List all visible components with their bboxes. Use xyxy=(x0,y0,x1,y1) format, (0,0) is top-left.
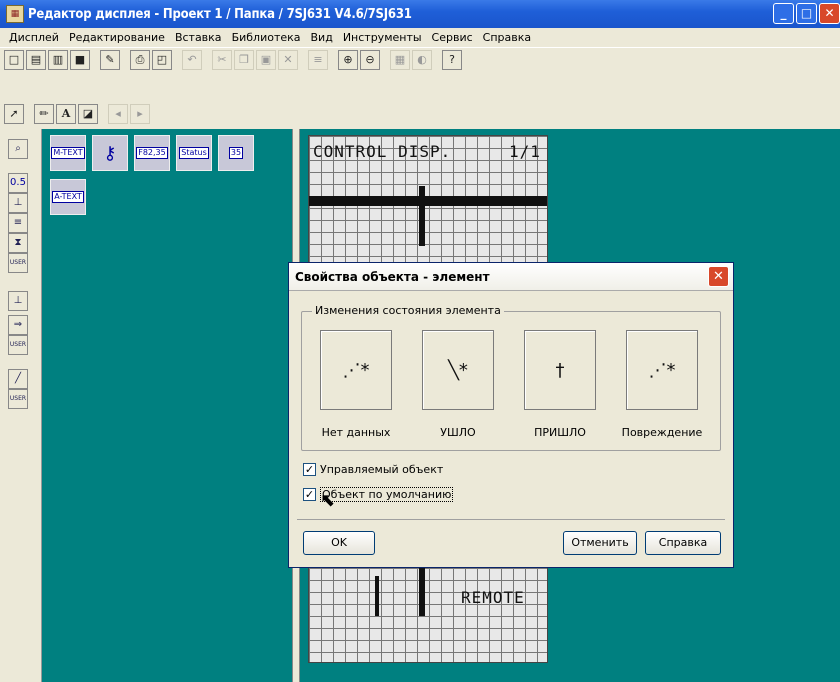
switch-dotted-icon: ⋰* xyxy=(342,359,370,381)
menu-help[interactable]: Справка xyxy=(478,31,536,44)
lcd-header: CONTROL DISP. xyxy=(313,142,452,161)
mouse-cursor-icon: ⬉ xyxy=(320,490,336,511)
arrow-right-icon[interactable]: ⇒ xyxy=(8,315,28,335)
ok-button[interactable]: OK xyxy=(303,531,375,555)
eraser-icon[interactable]: ◪ xyxy=(78,104,98,124)
group-label: Изменения состояния элемента xyxy=(312,304,504,317)
save-icon[interactable]: ■ xyxy=(70,50,90,70)
properties-dialog: Свойства объекта - элемент ✕ Изменения с… xyxy=(288,262,734,568)
open-folder-icon[interactable]: ▥ xyxy=(48,50,68,70)
prev-icon[interactable]: ◂ xyxy=(108,104,128,124)
menu-view[interactable]: Вид xyxy=(306,31,338,44)
main-toolbar: □ ▤ ▥ ■ ✎ ⎙ ◰ ↶ ✂ ❐ ▣ ✕ ≡ ⊕ ⊖ ▦ ◐ ? xyxy=(0,47,840,72)
drawing-toolbar: ➚ ✏ A ◪ ◂ ▸ xyxy=(0,99,840,129)
next-icon[interactable]: ▸ xyxy=(130,104,150,124)
state-gone-button[interactable]: ╲* xyxy=(422,330,494,410)
title-bar: ▦ Редактор дисплея - Проект 1 / Папка / … xyxy=(0,0,840,28)
palette-35[interactable]: 35 xyxy=(218,135,254,171)
default-object-checkbox[interactable]: ✓ xyxy=(303,488,316,501)
switch-open-icon: ╲* xyxy=(448,359,468,381)
palette-atext[interactable]: A-TEXT xyxy=(50,179,86,215)
dialog-close-button[interactable]: ✕ xyxy=(708,266,729,287)
palette-mtext[interactable]: M-TEXT xyxy=(50,135,86,171)
grid-icon[interactable]: ▦ xyxy=(390,50,410,70)
dialog-title: Свойства объекта - элемент xyxy=(289,263,733,291)
window-controls: _ □ ✕ xyxy=(773,3,840,24)
menu-tools[interactable]: Инструменты xyxy=(338,31,427,44)
paste-icon[interactable]: ▣ xyxy=(256,50,276,70)
pointer-icon[interactable]: ➚ xyxy=(4,104,24,124)
lcd-page: 1/1 xyxy=(509,142,541,161)
magnifier-icon[interactable]: ⌕ xyxy=(8,139,28,159)
menu-library[interactable]: Библиотека xyxy=(227,31,306,44)
context-help-icon[interactable]: ? xyxy=(442,50,462,70)
palette-f8235[interactable]: F82,35 xyxy=(134,135,170,171)
open-icon[interactable]: ▤ xyxy=(26,50,46,70)
state-label-gone: УШЛО xyxy=(440,426,476,439)
state-fault-button[interactable]: ⋰* xyxy=(626,330,698,410)
hourglass-icon[interactable]: ⧗ xyxy=(8,233,28,253)
state-came-button[interactable]: † xyxy=(524,330,596,410)
menu-bar: Дисплей Редактирование Вставка Библиотек… xyxy=(0,28,840,47)
zoom-in-icon[interactable]: ⊕ xyxy=(338,50,358,70)
undo-icon[interactable]: ↶ xyxy=(182,50,202,70)
state-label-no-data: Нет данных xyxy=(321,426,391,439)
user3-icon[interactable]: USER xyxy=(8,389,28,409)
display-editor-icon: ▦ xyxy=(6,5,24,23)
lcd-remote: REMOTE xyxy=(461,588,525,607)
switch-icon[interactable]: ⊥ xyxy=(8,193,28,213)
line-icon[interactable]: ╱ xyxy=(8,369,28,389)
print-preview-icon[interactable]: ◰ xyxy=(152,50,172,70)
zoom-out-icon[interactable]: ⊖ xyxy=(360,50,380,70)
controlled-object-checkbox[interactable]: ✓ xyxy=(303,463,316,476)
state-groupbox: Изменения состояния элемента ⋰* ╲* † ⋰* … xyxy=(301,304,721,451)
bus-icon[interactable]: ≡ xyxy=(8,213,28,233)
palette-key[interactable]: ⚷ xyxy=(92,135,128,171)
feeder-line-bottom xyxy=(419,566,425,616)
minimize-button[interactable]: _ xyxy=(773,3,794,24)
element-toolbar: ⌕ 0.5 ⊥ ≡ ⧗ USER ⊥ ⇒ USER ╱ USER xyxy=(0,129,42,682)
pencil-icon[interactable]: ✏ xyxy=(34,104,54,124)
menu-insert[interactable]: Вставка xyxy=(170,31,227,44)
state-no-data-button[interactable]: ⋰* xyxy=(320,330,392,410)
maximize-button[interactable]: □ xyxy=(796,3,817,24)
user2-icon[interactable]: USER xyxy=(8,335,28,355)
help-button[interactable]: Справка xyxy=(645,531,721,555)
menu-service[interactable]: Сервис xyxy=(427,31,478,44)
switch-closed-icon: † xyxy=(555,359,565,381)
print-icon[interactable]: ⎙ xyxy=(130,50,150,70)
properties-icon[interactable]: ≡ xyxy=(308,50,328,70)
state-label-came: ПРИШЛО xyxy=(534,426,586,439)
breaker-icon[interactable]: ⊥ xyxy=(8,291,28,311)
menu-edit[interactable]: Редактирование xyxy=(64,31,170,44)
controlled-object-row[interactable]: ✓ Управляемый объект xyxy=(303,463,443,476)
new-icon[interactable]: □ xyxy=(4,50,24,70)
copy-icon[interactable]: ❐ xyxy=(234,50,254,70)
spellcheck-icon[interactable]: ✎ xyxy=(100,50,120,70)
switch-fault-icon: ⋰* xyxy=(648,359,676,381)
text-icon[interactable]: A xyxy=(56,104,76,124)
key-icon: ⚷ xyxy=(103,142,117,164)
window-title: Редактор дисплея - Проект 1 / Папка / 7S… xyxy=(28,6,412,22)
element-palette: M-TEXT ⚷ F82,35 Status 35 A-TEXT xyxy=(42,129,292,682)
palette-status[interactable]: Status xyxy=(176,135,212,171)
default-object-label: Объект по умолчанию xyxy=(320,487,454,502)
controlled-object-label: Управляемый объект xyxy=(320,463,444,476)
state-label-fault: Повреждение xyxy=(621,426,703,439)
scale-icon[interactable]: 0.5 xyxy=(8,173,28,193)
close-button[interactable]: ✕ xyxy=(819,3,840,24)
delete-icon[interactable]: ✕ xyxy=(278,50,298,70)
contrast-icon[interactable]: ◐ xyxy=(412,50,432,70)
cut-icon[interactable]: ✂ xyxy=(212,50,232,70)
busbar xyxy=(309,196,547,206)
user-icon[interactable]: USER xyxy=(8,253,28,273)
cancel-button[interactable]: Отменить xyxy=(563,531,637,555)
feeder-line xyxy=(419,186,425,246)
menu-display[interactable]: Дисплей xyxy=(4,31,64,44)
earth-switch xyxy=(375,576,379,616)
